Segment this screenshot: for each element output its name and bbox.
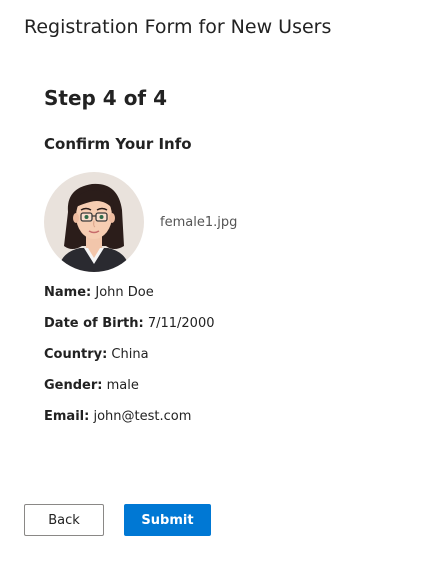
female-avatar-icon	[58, 183, 130, 272]
name-label: Name:	[44, 285, 92, 300]
dob-value: 7/11/2000	[147, 316, 215, 331]
gender-label: Gender:	[44, 378, 103, 393]
page-title: Registration Form for New Users	[24, 16, 332, 38]
dob-label: Date of Birth:	[44, 316, 144, 331]
email-label: Email:	[44, 409, 90, 424]
email-value: john@test.com	[93, 409, 192, 424]
name-value: John Doe	[95, 285, 154, 300]
photo-file-name: female1.jpg	[160, 215, 238, 230]
info-row-name: Name: John Doe	[44, 285, 154, 300]
avatar	[44, 172, 144, 272]
submit-button[interactable]: Submit	[124, 504, 211, 536]
step-title: Step 4 of 4	[44, 86, 168, 110]
info-row-email: Email: john@test.com	[44, 409, 191, 424]
section-title: Confirm Your Info	[44, 135, 192, 153]
back-button[interactable]: Back	[24, 504, 104, 536]
gender-value: male	[106, 378, 139, 393]
country-label: Country:	[44, 347, 108, 362]
info-row-country: Country: China	[44, 347, 149, 362]
country-value: China	[111, 347, 149, 362]
info-row-gender: Gender: male	[44, 378, 139, 393]
info-row-dob: Date of Birth: 7/11/2000	[44, 316, 215, 331]
